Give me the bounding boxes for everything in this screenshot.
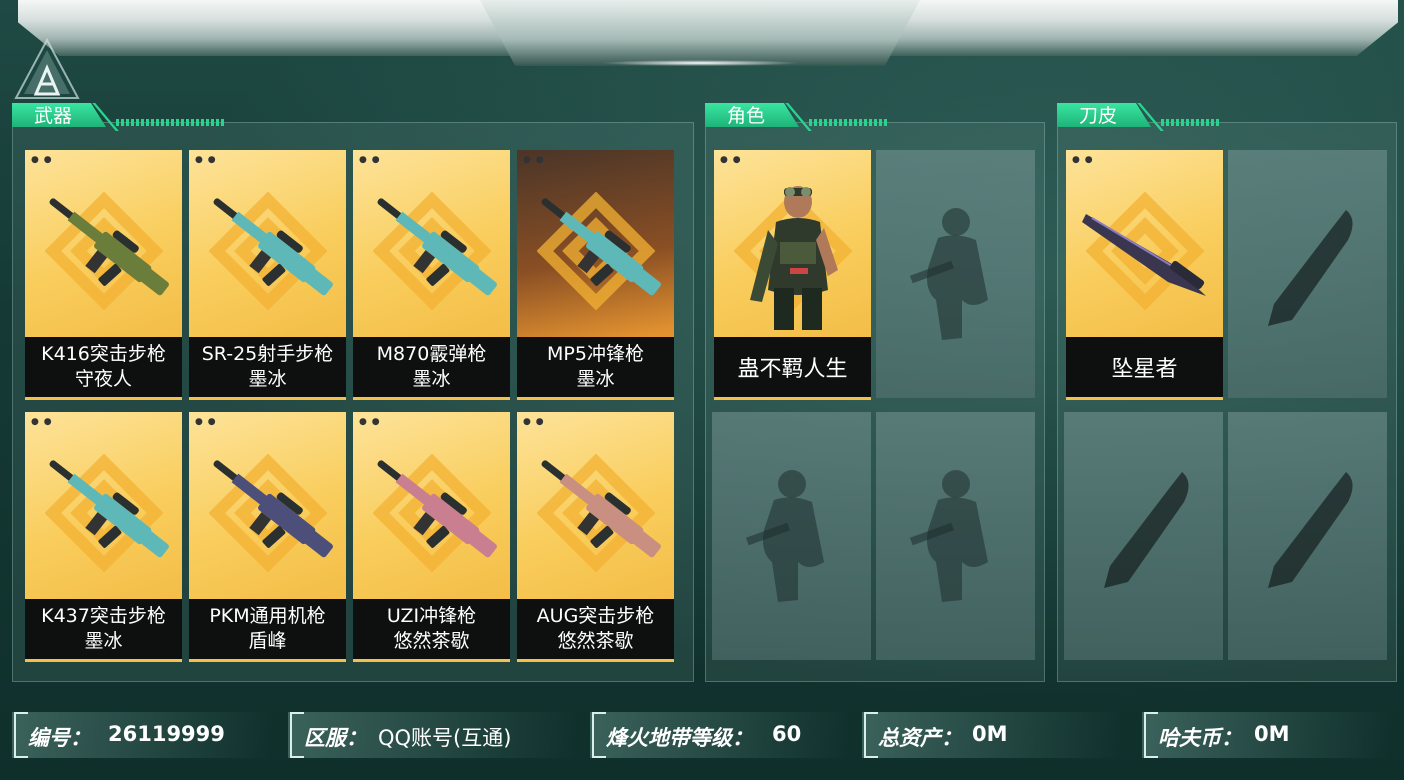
weapon-name: K416突击步枪 bbox=[41, 343, 166, 365]
weapon-name: UZI冲锋枪 bbox=[386, 605, 477, 627]
weapon-label: K437突击步枪 墨冰 bbox=[25, 599, 182, 659]
weapons-title-text: 武器 bbox=[34, 105, 73, 127]
stat-level-label: 烽火地带等级： bbox=[606, 726, 753, 750]
stat-server: 区服： QQ账号(互通) bbox=[288, 712, 578, 758]
weapon-label: M870霰弹枪 墨冰 bbox=[353, 337, 510, 397]
stat-id-value: 26119999 bbox=[108, 722, 225, 746]
knife-silhouette-icon bbox=[1268, 472, 1353, 588]
roles-panel-title: 角色 bbox=[705, 103, 905, 131]
top-banner-notch bbox=[480, 0, 920, 66]
role-slot-empty[interactable] bbox=[876, 150, 1035, 398]
knives-title-text: 刀皮 bbox=[1079, 105, 1118, 127]
roles-title-text: 角色 bbox=[727, 105, 766, 127]
weapon-label: MP5冲锋枪 墨冰 bbox=[517, 337, 674, 397]
weapon-card[interactable]: ● ● M870霰弹枪 墨冰 bbox=[353, 150, 510, 400]
weapon-skin: 悠然茶歇 bbox=[557, 630, 634, 652]
role-slot-empty[interactable] bbox=[712, 412, 871, 660]
soldier-silhouette-icon bbox=[909, 470, 988, 602]
role-slot-empty[interactable] bbox=[876, 412, 1035, 660]
card-dots: ● ● bbox=[359, 417, 381, 427]
stat-coins: 哈夫币： 0M bbox=[1142, 712, 1392, 758]
weapon-card[interactable]: ● ● MP5冲锋枪 墨冰 bbox=[517, 150, 674, 400]
knife-slot-empty[interactable] bbox=[1228, 150, 1387, 398]
card-dots: ● ● bbox=[195, 417, 217, 427]
weapon-name: MP5冲锋枪 bbox=[547, 343, 644, 365]
role-name: 蛊不羁人生 bbox=[737, 357, 848, 382]
role-card[interactable]: ● ● 蛊不羁人生 bbox=[714, 150, 871, 400]
weapon-label: K416突击步枪 守夜人 bbox=[25, 337, 182, 397]
card-dots: ● ● bbox=[523, 417, 545, 427]
stat-assets-label: 总资产： bbox=[878, 726, 962, 750]
weapon-label: SR-25射手步枪 墨冰 bbox=[189, 337, 346, 397]
knife-name: 坠星者 bbox=[1111, 357, 1178, 382]
gun-icon bbox=[213, 198, 333, 296]
weapon-skin: 守夜人 bbox=[74, 368, 132, 390]
gun-icon bbox=[49, 198, 169, 296]
weapon-card[interactable]: ● ● SR-25射手步枪 墨冰 bbox=[189, 150, 346, 400]
weapon-card[interactable]: ● ● UZI冲锋枪 悠然茶歇 bbox=[353, 412, 510, 662]
stat-coins-value: 0M bbox=[1254, 722, 1290, 746]
card-dots: ● ● bbox=[31, 417, 53, 427]
knife-silhouette-icon bbox=[1268, 210, 1353, 326]
weapon-card[interactable]: ● ● K437突击步枪 墨冰 bbox=[25, 412, 182, 662]
stat-server-label: 区服： bbox=[304, 726, 367, 750]
weapon-card[interactable]: ● ● K416突击步枪 守夜人 bbox=[25, 150, 182, 400]
weapon-label: UZI冲锋枪 悠然茶歇 bbox=[353, 599, 510, 659]
gun-icon bbox=[541, 198, 661, 296]
card-dots: ● ● bbox=[31, 155, 53, 165]
weapon-card[interactable]: ● ● AUG突击步枪 悠然茶歇 bbox=[517, 412, 674, 662]
weapons-panel-title: 武器 bbox=[12, 103, 352, 131]
weapon-name: K437突击步枪 bbox=[41, 605, 166, 627]
knife-slot-empty[interactable] bbox=[1228, 412, 1387, 660]
weapon-skin: 悠然茶歇 bbox=[393, 630, 470, 652]
gun-icon bbox=[541, 460, 661, 558]
gun-icon bbox=[213, 460, 333, 558]
stat-coins-label: 哈夫币： bbox=[1158, 726, 1242, 750]
weapon-label: PKM通用机枪 盾峰 bbox=[189, 599, 346, 659]
stat-level: 烽火地带等级： 60 bbox=[590, 712, 850, 758]
stat-id: 编号： 26119999 bbox=[12, 712, 272, 758]
weapon-name: SR-25射手步枪 bbox=[201, 343, 334, 365]
stat-assets: 总资产： 0M bbox=[862, 712, 1122, 758]
operator-portrait bbox=[750, 186, 838, 330]
card-dots: ● ● bbox=[195, 155, 217, 165]
gun-icon bbox=[377, 198, 497, 296]
weapon-card[interactable]: ● ● PKM通用机枪 盾峰 bbox=[189, 412, 346, 662]
soldier-silhouette-icon bbox=[745, 470, 824, 602]
weapon-name: PKM通用机枪 bbox=[209, 605, 326, 627]
gun-icon bbox=[49, 460, 169, 558]
weapon-skin: 墨冰 bbox=[576, 368, 615, 390]
weapon-name: AUG突击步枪 bbox=[536, 605, 655, 627]
weapon-label: AUG突击步枪 悠然茶歇 bbox=[517, 599, 674, 659]
logo-icon bbox=[14, 38, 80, 99]
weapon-skin: 盾峰 bbox=[248, 630, 287, 652]
knife-silhouette-icon bbox=[1104, 472, 1189, 588]
knives-panel-title: 刀皮 bbox=[1057, 103, 1257, 131]
soldier-silhouette-icon bbox=[909, 208, 988, 340]
stat-level-value: 60 bbox=[772, 722, 802, 746]
stat-server-value: QQ账号(互通) bbox=[378, 726, 512, 750]
knife-icon bbox=[1082, 214, 1206, 296]
weapon-skin: 墨冰 bbox=[248, 368, 287, 390]
gun-icon bbox=[377, 460, 497, 558]
card-dots: ● ● bbox=[523, 155, 545, 165]
stat-assets-value: 0M bbox=[972, 722, 1008, 746]
knife-card[interactable]: ● ● 坠星者 bbox=[1066, 150, 1223, 400]
card-dots: ● ● bbox=[359, 155, 381, 165]
weapon-skin: 墨冰 bbox=[84, 630, 123, 652]
weapon-name: M870霰弹枪 bbox=[376, 343, 487, 365]
top-glow bbox=[600, 60, 800, 66]
weapon-skin: 墨冰 bbox=[412, 368, 451, 390]
stat-id-label: 编号： bbox=[28, 726, 91, 750]
knife-slot-empty[interactable] bbox=[1064, 412, 1223, 660]
